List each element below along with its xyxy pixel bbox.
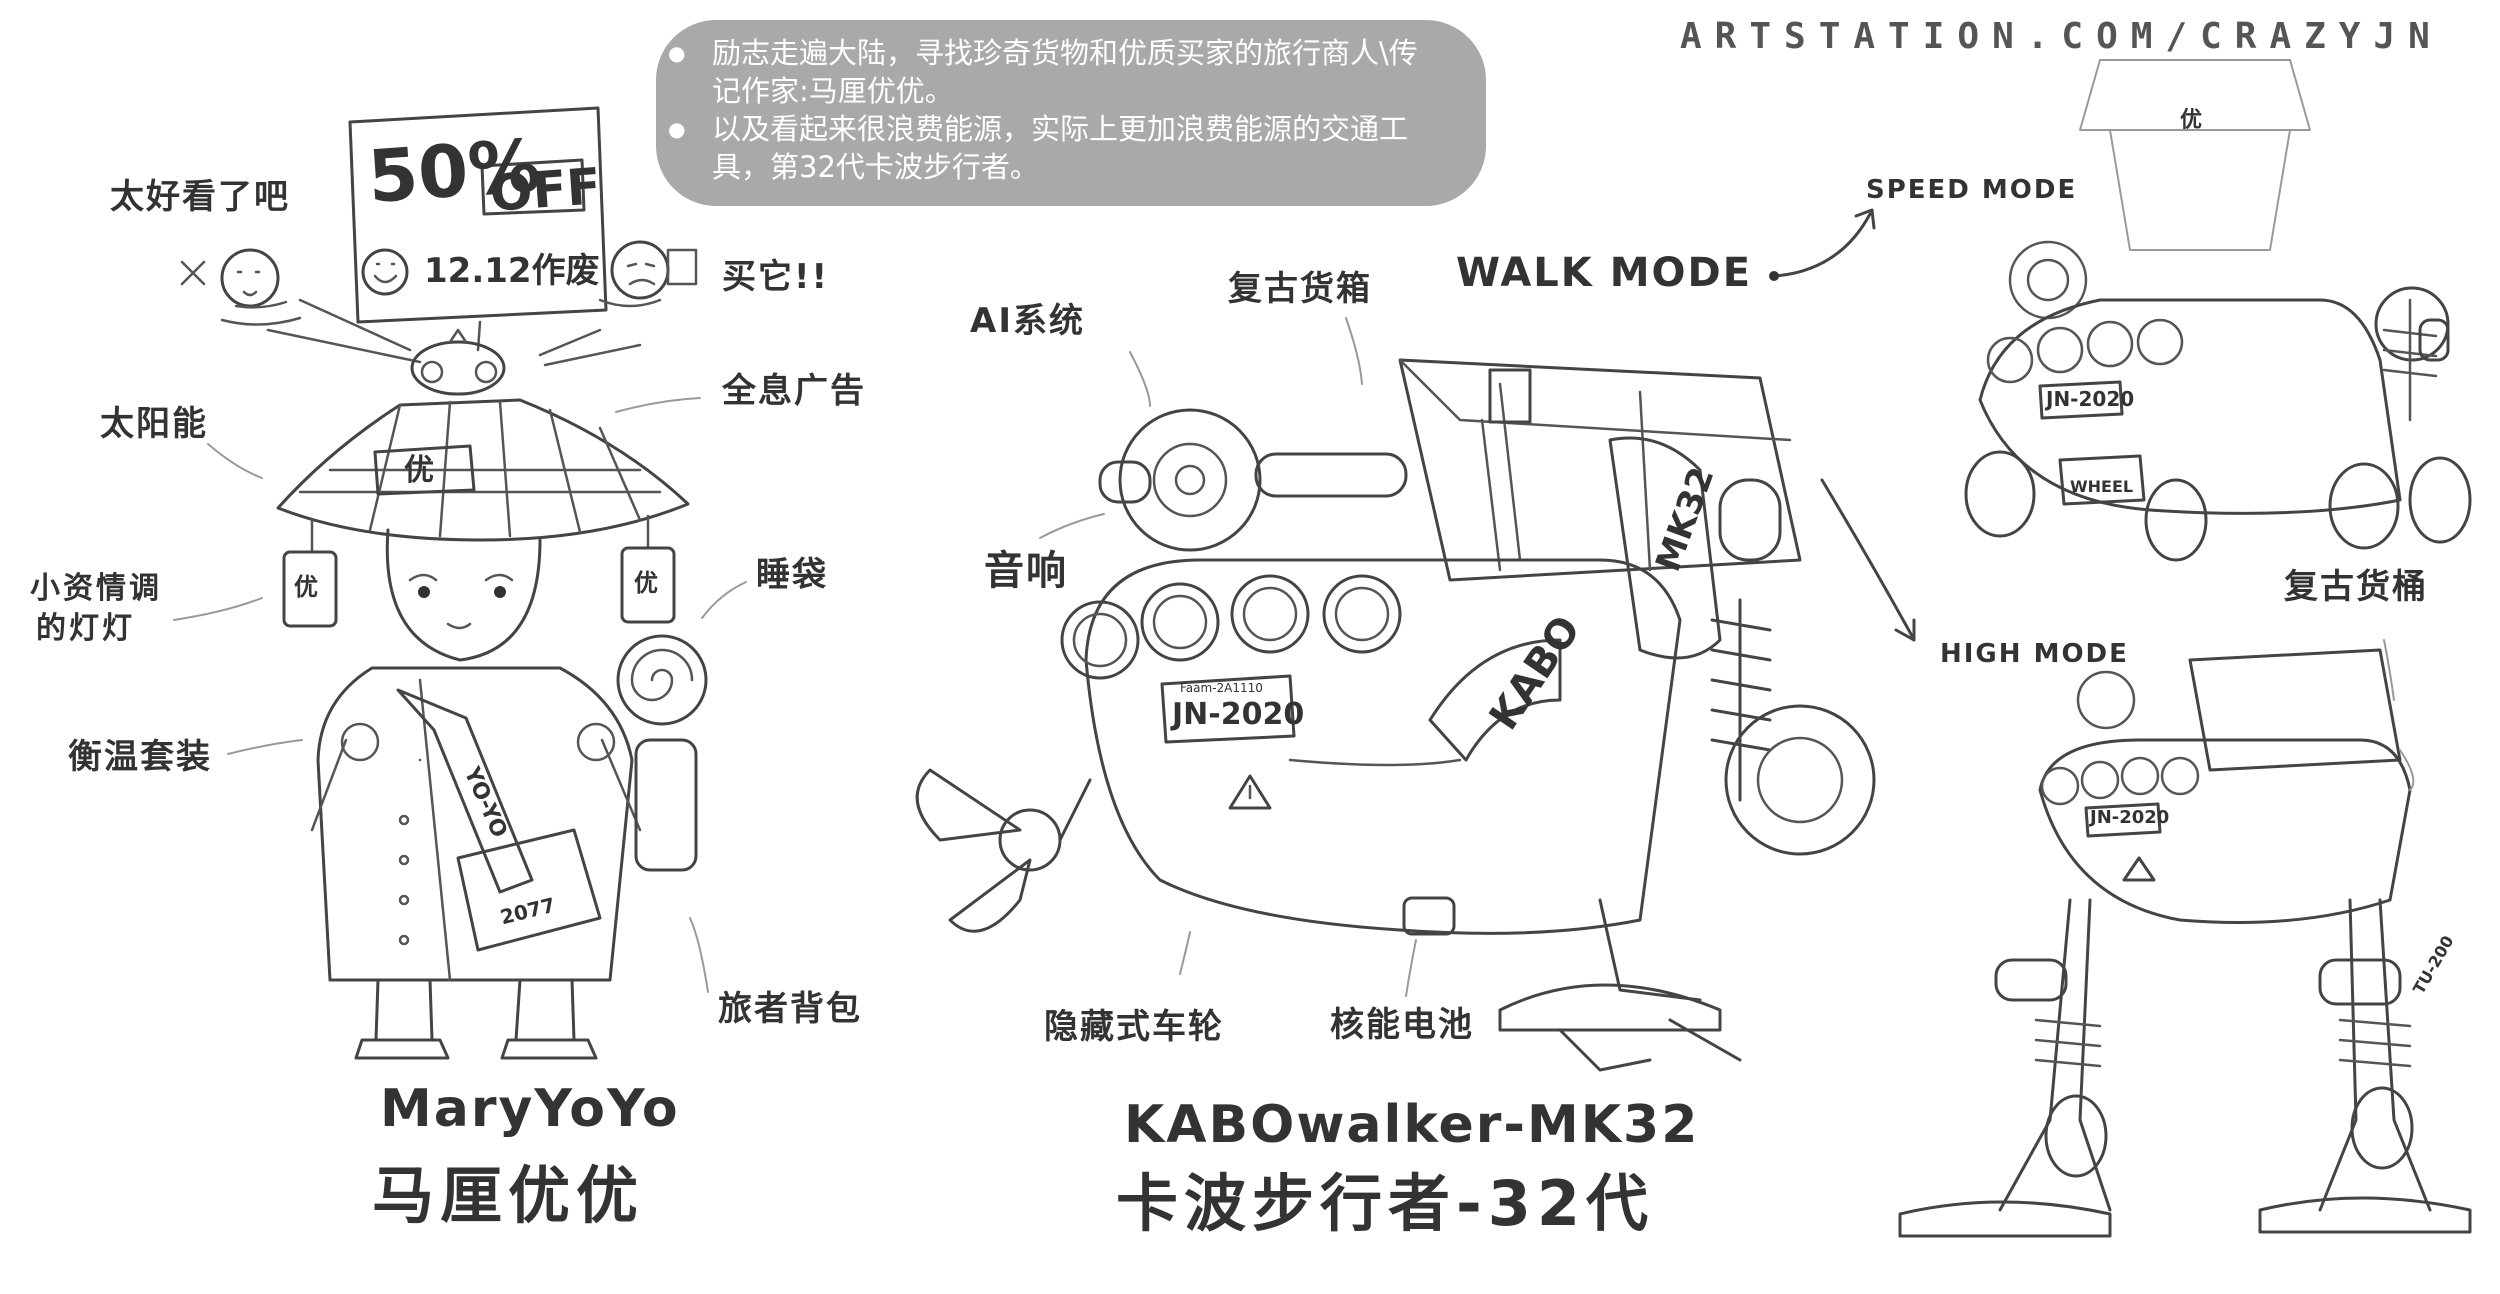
high-mode-drawing: [1898, 639, 2472, 1238]
label-mood-lamp-line1: 小资情调: [30, 571, 162, 606]
walker-hull: [1084, 558, 1682, 935]
high-feet: [1898, 1196, 2472, 1238]
label-hologram-ad: 全息广告: [722, 371, 866, 411]
nuclear-battery: [1402, 896, 1456, 936]
description-note: 励志走遍大陆，寻找珍奇货物和优质买家的旅行商人\传记作家:马厘优优。 以及看起来…: [656, 20, 1486, 206]
shoulder-bag: [456, 828, 602, 952]
boots: [354, 1038, 598, 1060]
hidden-wheel: [1724, 704, 1876, 856]
speed-wheel: [1964, 450, 2036, 538]
propeller: [915, 768, 1092, 933]
speed-wheel: [2144, 478, 2208, 562]
label-ai-system: AI系统: [970, 301, 1085, 341]
hat-drone: [410, 340, 506, 396]
watermark: ARTSTATION.COM/CRAZYJN: [1680, 16, 2443, 57]
warning-triangle-icon: [2122, 856, 2156, 882]
label-thermal-suit: 衡温套装: [68, 737, 212, 777]
character-name-en: MaryYoYo: [380, 1079, 680, 1139]
label-too-good: 太好看了吧: [110, 177, 290, 217]
label-solar: 太阳能: [100, 404, 208, 444]
plate-text: JN-2020: [1172, 697, 1305, 732]
plate-small-text: Faam-2A1110: [1180, 681, 1263, 695]
onlooker-right-head: [610, 240, 670, 300]
label-walk-mode: WALK MODE: [1456, 250, 1753, 296]
wheel-text: WHEEL: [2070, 477, 2134, 496]
label-mood-lamp-line2: 的灯灯: [36, 611, 135, 646]
sale-sign-date: 12.12作废: [424, 251, 600, 291]
arrow-to-high-mode: [1820, 478, 1914, 638]
note-line-2: 以及看起来很浪费能源，实际上更加浪费能源的交通工具，第32代卡波步行者。: [712, 110, 1446, 186]
high-mode-hull: [2038, 738, 2412, 924]
character-head: [385, 528, 542, 662]
label-buy-it: 买它!!: [722, 257, 830, 297]
smiley-face-icon: [361, 248, 409, 296]
label-retro-box: 复古货箱: [1228, 269, 1372, 309]
walker-name-en: KABOwalker-MK32: [1124, 1095, 1700, 1155]
spring-leg: [1710, 598, 1772, 802]
speed-plate-text: JN-2020: [2046, 387, 2135, 411]
retro-cargo-box: [1398, 358, 1802, 582]
onlooker-left-head: [220, 248, 280, 308]
speed-wheel: [2408, 456, 2472, 544]
label-speaker: 音响: [984, 548, 1068, 594]
label-high-mode: HIGH MODE: [1940, 639, 2129, 669]
lantern-left-badge: 优: [294, 573, 318, 601]
speed-mode-drawing: [1964, 59, 2472, 562]
arrow-to-speed-mode: [1774, 212, 1872, 278]
walker-name-cn: 卡波步行者-32代: [1116, 1167, 1655, 1240]
lantern-right-badge: 优: [634, 569, 658, 597]
traveller-backpack: [634, 738, 698, 872]
character-name-cn: 马厘优优: [372, 1159, 645, 1232]
label-backpack: 旅者背包: [718, 989, 862, 1029]
retro-bucket: [2188, 648, 2402, 772]
walker-foot: [1498, 898, 1722, 1032]
label-sleeping-bag: 睡袋: [756, 555, 828, 595]
label-hidden-wheels: 隐藏式车轮: [1044, 1007, 1224, 1047]
high-plate-text: JN-2020: [2090, 807, 2170, 828]
label-nuclear-battery: 核能电池: [1330, 1005, 1474, 1045]
sale-sign-off: OFF: [488, 157, 603, 223]
high-leg-right: [2318, 898, 2432, 1212]
label-speed-mode: SPEED MODE: [1866, 175, 2078, 205]
note-line-1: 励志走遍大陆，寻找珍奇货物和优质买家的旅行商人\传记作家:马厘优优。: [712, 34, 1446, 110]
hat-badge: 优: [404, 453, 434, 488]
label-retro-bucket: 复古货桶: [2284, 567, 2428, 607]
ai-system-sphere: [1118, 408, 1262, 552]
speed-badge: 优: [2180, 108, 2203, 133]
concept-sheet-canvas: ARTSTATION.COM/CRAZYJN 励志走遍大陆，寻找珍奇货物和优质买…: [0, 0, 2500, 1294]
